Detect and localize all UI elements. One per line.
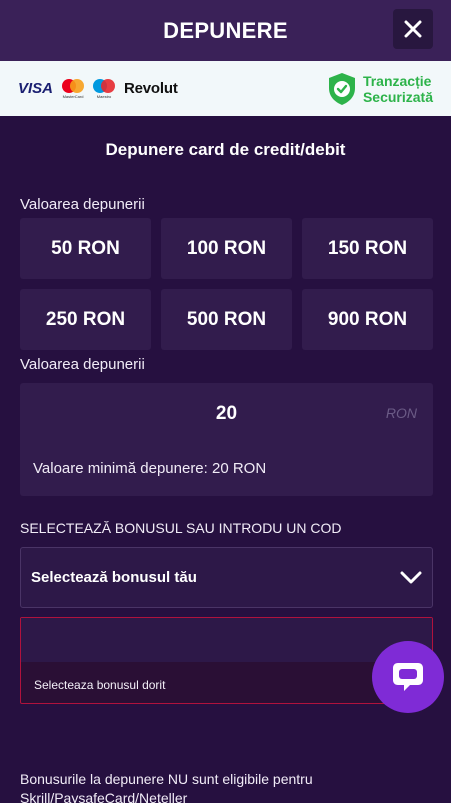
amount-option-100[interactable]: 100 RON: [161, 218, 292, 279]
bonus-select[interactable]: Selectează bonusul tău: [20, 547, 433, 608]
visa-logo: VISA: [18, 80, 54, 97]
maestro-logo: Maestro: [93, 78, 116, 99]
amount-options: 50 RON 100 RON 150 RON 250 RON 500 RON 9…: [20, 218, 433, 350]
section-subtitle: Depunere card de credit/debit: [105, 140, 346, 159]
currency-label: RON: [385, 405, 417, 421]
chat-button[interactable]: [372, 641, 444, 713]
amount-option-250[interactable]: 250 RON: [20, 289, 151, 350]
close-button[interactable]: [393, 9, 433, 49]
bonus-select-value: Selectează bonusul tău: [31, 569, 197, 586]
bonus-error-message: Selecteaza bonusul dorit: [34, 678, 166, 692]
amount-option-900[interactable]: 900 RON: [302, 289, 433, 350]
bonus-eligibility-note: Bonusurile la depunere NU sunt eligibile…: [20, 771, 313, 803]
amount-label: Valoarea depunerii: [20, 196, 145, 213]
custom-amount-card: 20 RON Valoare minimă depunere: 20 RON: [20, 383, 433, 496]
bonus-heading: SELECTEAZĂ BONUSUL SAU INTRODU UN COD: [20, 520, 342, 536]
mastercard-logo: MasterCard: [62, 78, 85, 99]
bonus-code-field: Selecteaza bonusul dorit: [20, 617, 433, 704]
deposit-amount-input[interactable]: 20: [20, 403, 433, 425]
amount-option-50[interactable]: 50 RON: [20, 218, 151, 279]
payment-logos: VISA MasterCard Maestro Revolut: [18, 78, 178, 99]
header: DEPUNERE: [0, 0, 451, 61]
revolut-logo: Revolut: [124, 80, 178, 97]
chevron-down-icon: [400, 571, 422, 583]
amount-option-150[interactable]: 150 RON: [302, 218, 433, 279]
chat-icon: [393, 663, 423, 691]
payment-methods-band: VISA MasterCard Maestro Revolut Tranzacț…: [0, 61, 451, 116]
close-icon: [404, 20, 422, 38]
secure-line-1: Tranzacție: [362, 72, 432, 89]
secure-transaction-badge: Tranzacție Securizată: [327, 72, 433, 106]
page-title: DEPUNERE: [163, 17, 288, 43]
amount-option-500[interactable]: 500 RON: [161, 289, 292, 350]
shield-check-icon: [328, 72, 355, 105]
secure-line-2: Securizată: [362, 88, 433, 105]
minimum-deposit-note: Valoare minimă depunere: 20 RON: [33, 460, 267, 477]
bonus-code-input[interactable]: [21, 618, 432, 662]
custom-amount-label: Valoarea depunerii: [20, 356, 145, 373]
